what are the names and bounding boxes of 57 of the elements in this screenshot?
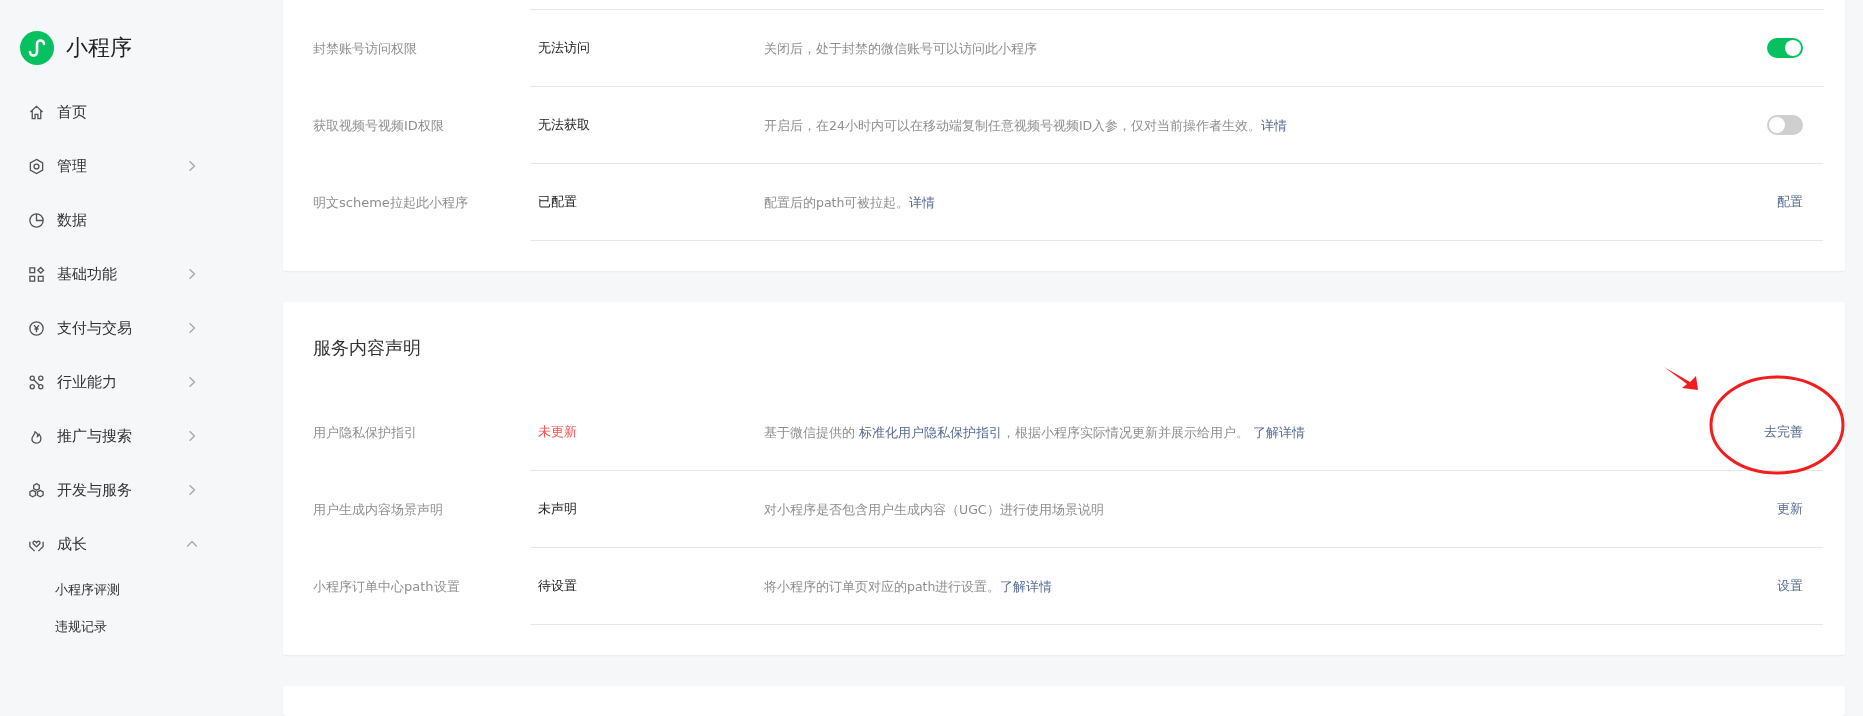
- chevron-right-icon: [186, 484, 198, 496]
- action-link[interactable]: 配置: [1777, 193, 1803, 211]
- action-link[interactable]: 更新: [1777, 500, 1803, 518]
- chevron-right-icon: [186, 430, 198, 442]
- setting-status: 未声明: [537, 500, 578, 518]
- section-title: 服务内容声明: [313, 336, 421, 360]
- setting-status: 待设置: [537, 577, 578, 595]
- details-link[interactable]: 了解详情: [1000, 579, 1053, 594]
- setting-label: 小程序订单中心path设置: [313, 577, 461, 596]
- setting-label: 封禁账号访问权限: [313, 39, 418, 58]
- setting-description: 将小程序的订单页对应的path进行设置。了解详情: [764, 579, 1053, 594]
- setting-status: 无法访问: [537, 39, 591, 57]
- setting-label: 用户隐私保护指引: [313, 423, 418, 442]
- cubes-icon: [28, 481, 45, 499]
- toggle-switch[interactable]: [1767, 115, 1803, 135]
- nav-item[interactable]: 首页: [0, 85, 198, 139]
- yen-icon: [28, 319, 45, 337]
- nav-item[interactable]: 基础功能: [0, 247, 198, 301]
- details-link[interactable]: 详情: [909, 195, 936, 210]
- setting-description: 开启后，在24小时内可以在移动端复制任意视频号视频ID入参，仅对当前操作者生效。详情: [764, 118, 1288, 133]
- setting-status: 未更新: [537, 423, 578, 441]
- setting-description: 基于微信提供的 标准化用户隐私保护指引，根据小程序实际情况更新并展示给用户。 了解详情: [764, 425, 1305, 440]
- logo-icon: [20, 31, 54, 65]
- nav-item[interactable]: 成长: [0, 517, 198, 571]
- setting-label: 用户生成内容场景声明: [313, 500, 444, 519]
- chevron-right-icon: [186, 322, 198, 334]
- setting-description: 关闭后，处于封禁的微信账号可以访问此小程序: [764, 41, 1037, 56]
- nav-item[interactable]: 管理: [0, 139, 198, 193]
- grid-icon: [28, 265, 45, 283]
- setting-status: 已配置: [537, 193, 578, 211]
- action-link[interactable]: 设置: [1777, 577, 1803, 595]
- toggle-switch[interactable]: [1767, 38, 1803, 58]
- chevron-right-icon: [186, 160, 198, 172]
- nav-subitem[interactable]: 违规记录: [0, 608, 107, 645]
- setting-description: 对小程序是否包含用户生成内容（UGC）进行使用场景说明: [764, 502, 1104, 517]
- details-link[interactable]: 标准化用户隐私保护指引: [859, 425, 1002, 440]
- nav-item[interactable]: 数据: [0, 193, 198, 247]
- nav-item[interactable]: 支付与交易: [0, 301, 198, 355]
- action-link[interactable]: 去完善: [1764, 423, 1803, 441]
- setting-description: 配置后的path可被拉起。详情: [764, 195, 936, 210]
- chevron-up-icon: [186, 538, 198, 550]
- setting-label: 获取视频号视频ID权限: [313, 116, 445, 135]
- chevron-right-icon: [186, 376, 198, 388]
- pie-chart-icon: [28, 211, 45, 229]
- chevron-right-icon: [186, 268, 198, 280]
- nodes-icon: [28, 373, 45, 391]
- details-link[interactable]: 详情: [1261, 118, 1288, 133]
- home-icon: [28, 103, 45, 121]
- nav-item[interactable]: 推广与搜索: [0, 409, 198, 463]
- details-link[interactable]: 了解详情: [1252, 425, 1305, 440]
- hexagon-icon: [28, 157, 45, 175]
- setting-status: 无法获取: [537, 116, 591, 134]
- setting-label: 明文scheme拉起此小程序: [313, 193, 469, 212]
- nav-subitem[interactable]: 小程序评测: [0, 571, 120, 608]
- app-name: 小程序: [66, 34, 132, 62]
- nav-item[interactable]: 开发与服务: [0, 463, 198, 517]
- nav-item[interactable]: 行业能力: [0, 355, 198, 409]
